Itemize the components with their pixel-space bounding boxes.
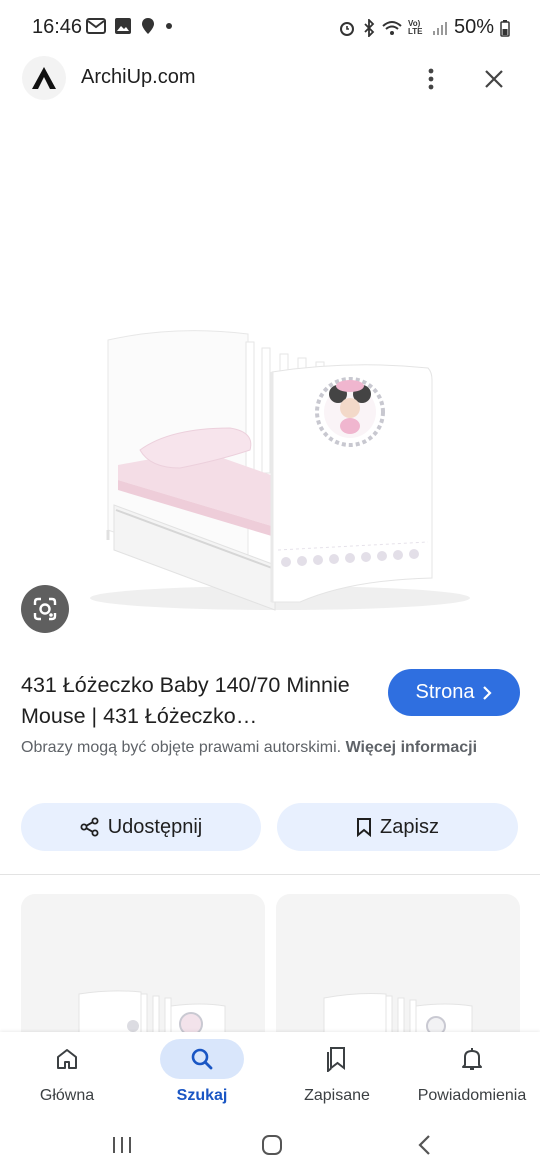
viewer-header: ArchiUp.com	[0, 56, 540, 102]
related-image-thumbnail[interactable]	[276, 894, 520, 1054]
home-button-icon[interactable]	[252, 1127, 292, 1163]
nav-label: Szukaj	[176, 1087, 228, 1104]
system-navigation-bar	[0, 1117, 540, 1170]
nav-item-notifications[interactable]: Powiadomienia	[407, 1032, 537, 1117]
bluetooth-icon	[364, 18, 375, 37]
battery-icon	[500, 19, 510, 37]
visit-button[interactable]: Strona	[388, 669, 520, 716]
copyright-text: Obrazy mogą być objęte prawami autorskim…	[21, 739, 342, 756]
related-crib-image	[323, 993, 473, 1054]
battery-percent: 50%	[453, 16, 494, 38]
chevron-right-icon	[483, 685, 493, 700]
alarm-icon	[339, 21, 354, 36]
google-lens-icon[interactable]	[21, 585, 69, 633]
section-divider	[0, 874, 540, 875]
crib-illustration	[90, 330, 470, 611]
copyright-notice: Obrazy mogą być objęte prawami autorskim…	[21, 735, 521, 760]
gallery-icon	[115, 18, 131, 34]
nav-label: Powiadomienia	[417, 1087, 527, 1104]
back-icon[interactable]	[404, 1127, 444, 1163]
related-crib-image	[78, 990, 226, 1054]
saved-icon	[295, 1039, 379, 1079]
related-image-thumbnail[interactable]	[21, 894, 265, 1054]
result-title[interactable]: 431 Łóżeczko Baby 140/70 Minnie Mouse | …	[21, 670, 376, 732]
result-image[interactable]	[0, 110, 540, 650]
nav-label: Główna	[39, 1087, 95, 1104]
search-icon	[160, 1039, 244, 1079]
share-icon	[80, 817, 99, 837]
bookmark-icon	[357, 818, 372, 837]
save-label: Zapisz	[380, 815, 439, 838]
save-button[interactable]: Zapisz	[277, 803, 518, 851]
gmail-icon	[86, 18, 106, 34]
recent-apps-icon[interactable]	[102, 1127, 142, 1163]
network-label: Vo) LTE	[407, 18, 423, 36]
location-icon	[142, 18, 154, 34]
archiup-logo-icon[interactable]	[22, 56, 66, 100]
nav-item-saved[interactable]: Zapisane	[272, 1032, 402, 1117]
share-label: Udostępnij	[107, 815, 203, 838]
signal-icon	[432, 21, 447, 35]
system-status: Vo) LTE 50%	[338, 16, 510, 39]
visit-button-label: Strona	[415, 681, 475, 703]
nav-item-search[interactable]: Szukaj	[137, 1032, 267, 1117]
share-button[interactable]: Udostępnij	[21, 803, 261, 851]
status-time: 16:46	[32, 16, 83, 38]
wifi-icon	[382, 20, 402, 35]
more-info-link[interactable]: Więcej informacji	[346, 739, 477, 756]
site-name[interactable]: ArchiUp.com	[81, 66, 195, 89]
nav-label: Zapisane	[304, 1087, 370, 1104]
more-vert-icon[interactable]	[414, 60, 448, 98]
dot-icon	[166, 23, 172, 29]
close-icon[interactable]	[476, 60, 512, 98]
notification-icons	[86, 17, 174, 35]
bell-icon	[430, 1039, 514, 1079]
status-bar: 16:46 Vo) LTE 50%	[0, 0, 540, 56]
nav-item-home[interactable]: Główna	[2, 1032, 132, 1117]
home-icon	[25, 1039, 109, 1079]
bottom-navigation: Główna Szukaj Zapisane Powiadomienia	[0, 1032, 540, 1117]
